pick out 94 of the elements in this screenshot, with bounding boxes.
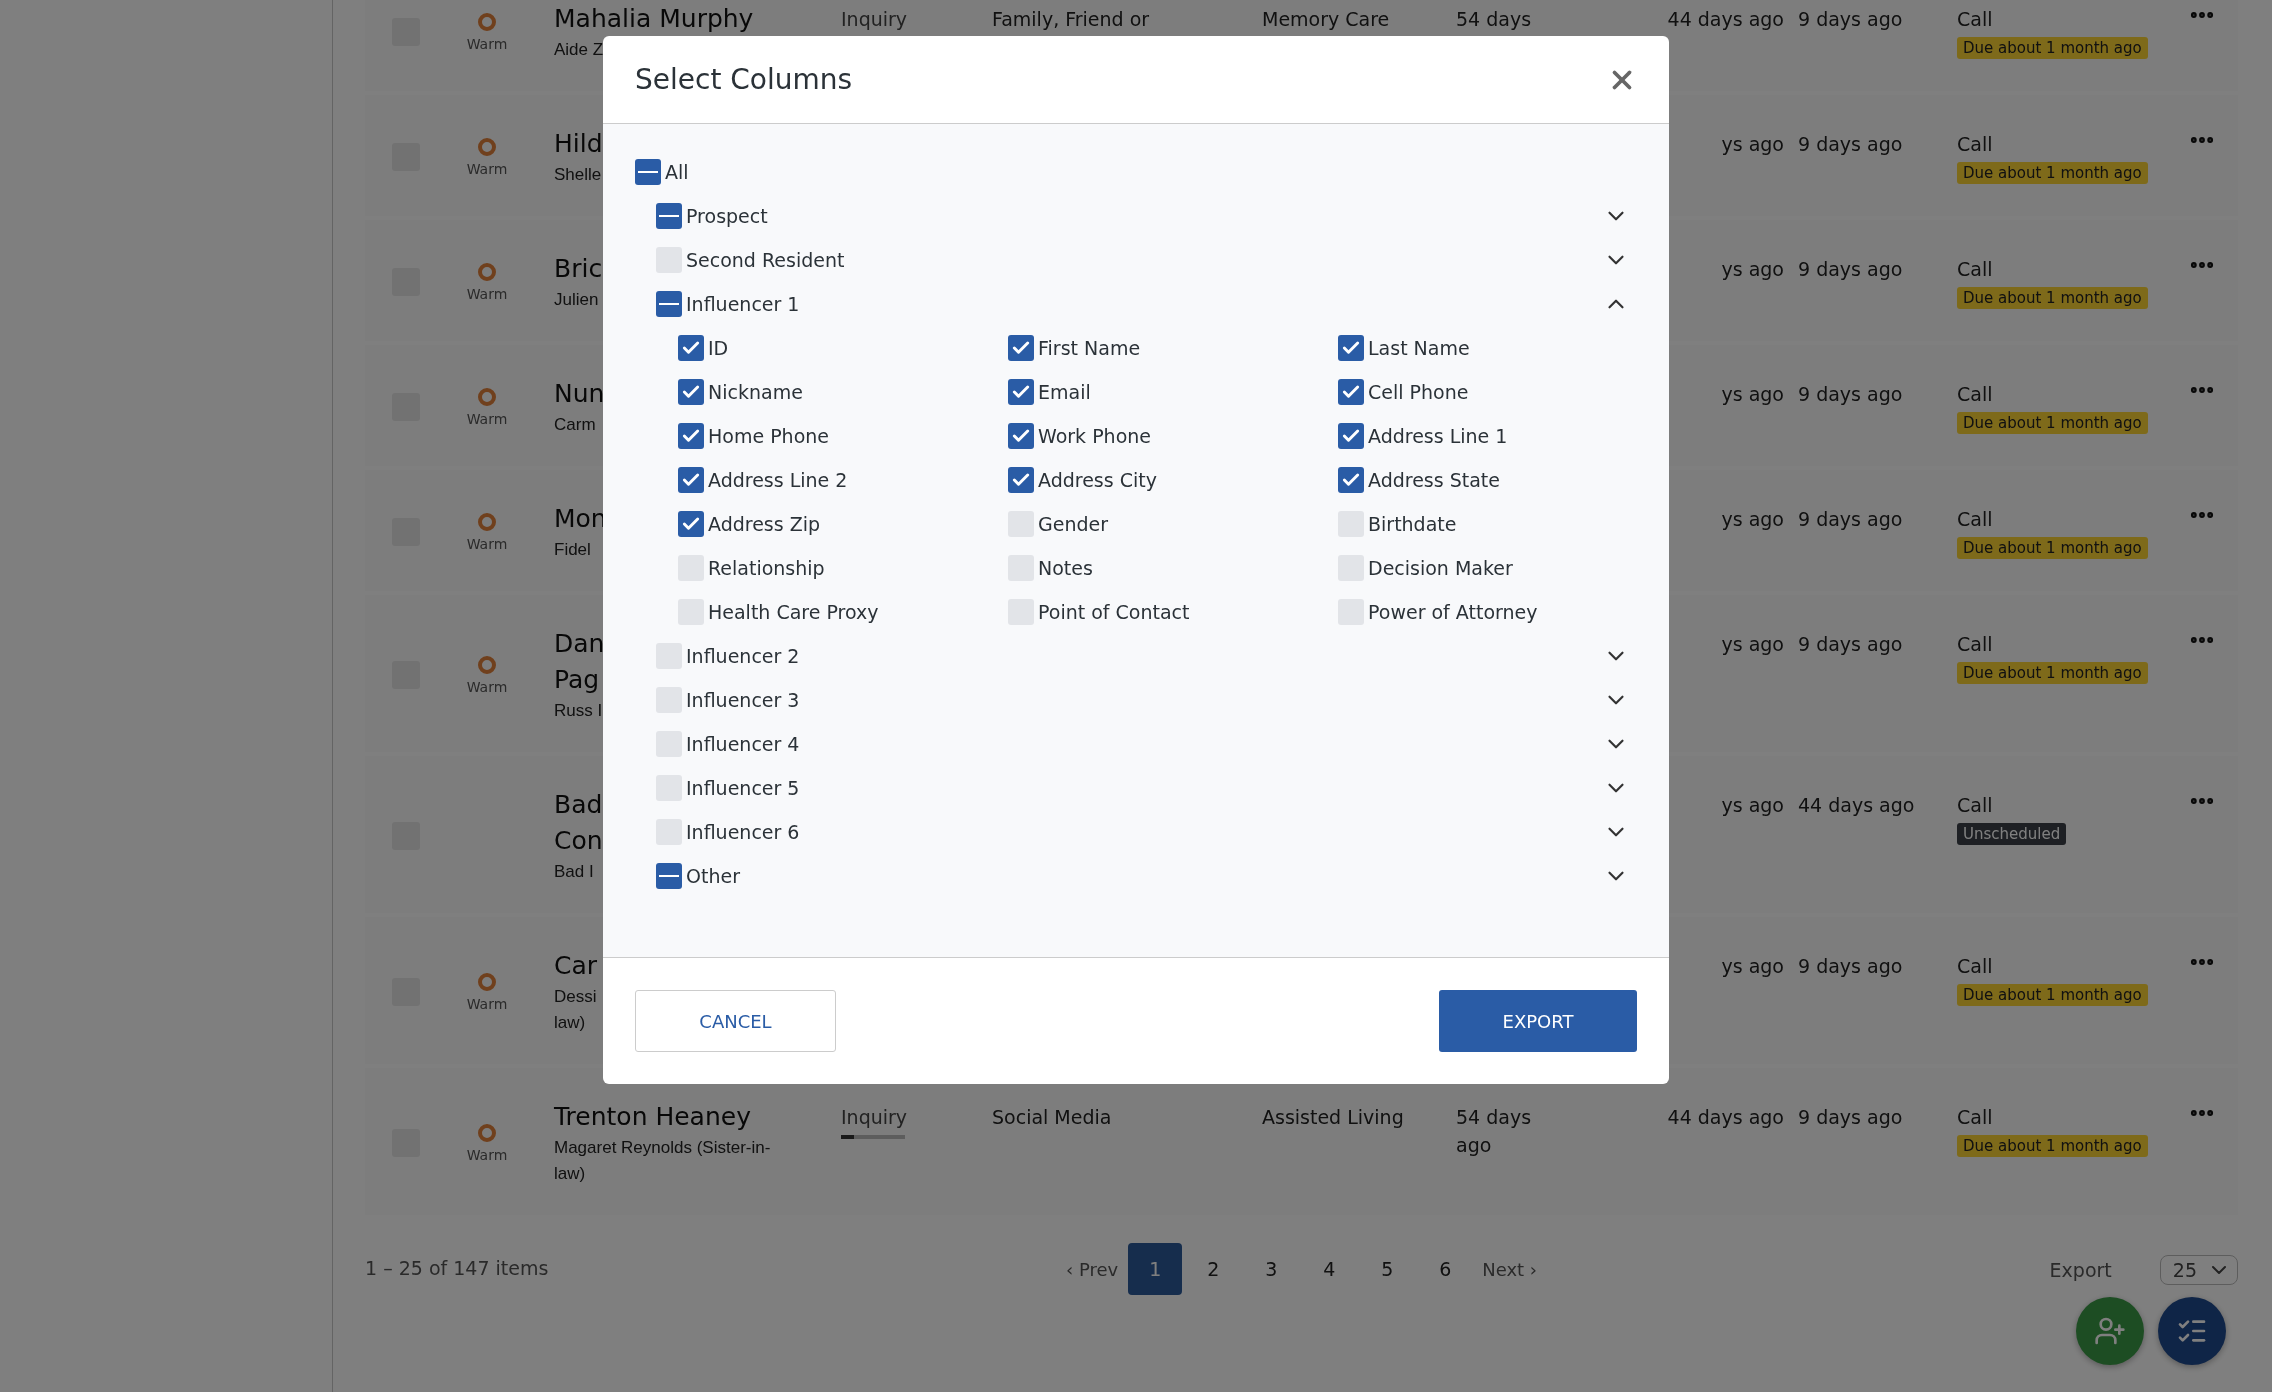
column-group-label: Other bbox=[686, 865, 741, 887]
table-cell-text: Memory Care bbox=[1262, 7, 1391, 32]
contact-name: Dessi law) bbox=[554, 986, 597, 1034]
task-label: Call bbox=[1957, 793, 1993, 818]
task-status-badge: Due about 1 month ago bbox=[1957, 37, 2148, 59]
column-option-label: Notes bbox=[1038, 557, 1094, 579]
task-label: Call bbox=[1957, 954, 1993, 979]
table-cell-text: 44 days ago bbox=[1798, 793, 1916, 818]
task-label: Call bbox=[1957, 132, 1993, 157]
column-group-label: Influencer 1 bbox=[686, 293, 801, 315]
column-group-label: Prospect bbox=[686, 205, 769, 227]
stage-label: Inquiry bbox=[841, 1105, 908, 1130]
column-option-label: Last Name bbox=[1368, 337, 1471, 359]
column-group-label: Second Resident bbox=[686, 249, 846, 271]
contact-name: Aide Z bbox=[554, 39, 604, 61]
contact-name: Magaret Reynolds (Sister-in- law) bbox=[554, 1137, 771, 1185]
column-option-label: Decision Maker bbox=[1368, 557, 1514, 579]
contact-name: Russ I bbox=[554, 700, 603, 722]
task-label: Call bbox=[1957, 7, 1993, 32]
table-cell-text: 9 days ago bbox=[1798, 382, 1904, 407]
table-cell-text: 54 days ago bbox=[1456, 1105, 1533, 1158]
column-option-label: ID bbox=[708, 337, 730, 359]
table-cell-text: 9 days ago bbox=[1798, 132, 1904, 157]
temperature-label: Warm bbox=[466, 536, 508, 552]
column-option-label: Relationship bbox=[708, 557, 826, 579]
table-cell-text: 9 days ago bbox=[1798, 632, 1904, 657]
items-summary: 1 – 25 of 147 items bbox=[365, 1256, 550, 1279]
column-option-label: Home Phone bbox=[708, 425, 830, 447]
column-group-label: Influencer 6 bbox=[686, 821, 801, 843]
column-option-label: Email bbox=[1038, 381, 1092, 403]
column-option-label: Gender bbox=[1038, 513, 1110, 535]
column-option-label: Address Line 2 bbox=[708, 469, 849, 491]
task-status-badge: Due about 1 month ago bbox=[1957, 662, 2148, 684]
contact-name: Shelle bbox=[554, 164, 602, 186]
table-cell-text: Family, Friend or bbox=[992, 7, 1151, 32]
task-label: Call bbox=[1957, 382, 1993, 407]
task-status-badge: Due about 1 month ago bbox=[1957, 1135, 2148, 1157]
task-status-badge: Due about 1 month ago bbox=[1957, 412, 2148, 434]
task-status-badge: Unscheduled bbox=[1957, 823, 2067, 845]
column-option-label: Cell Phone bbox=[1368, 381, 1470, 403]
column-option-label: Power of Attorney bbox=[1368, 601, 1539, 623]
table-cell-text: ys ago bbox=[1721, 954, 1784, 979]
temperature-label: Warm bbox=[466, 996, 508, 1012]
table-cell-text: 44 days ago bbox=[1667, 1105, 1784, 1130]
column-option-label: Birthdate bbox=[1368, 513, 1458, 535]
task-label: Call bbox=[1957, 1105, 1993, 1130]
task-label: Call bbox=[1957, 632, 1993, 657]
table-cell-text: ys ago bbox=[1721, 257, 1784, 282]
temperature-label: Warm bbox=[466, 36, 508, 52]
temperature-label: Warm bbox=[466, 161, 508, 177]
column-group-label: All bbox=[665, 161, 690, 183]
table-cell-text: 9 days ago bbox=[1798, 257, 1904, 282]
column-option-label: Address City bbox=[1038, 469, 1158, 491]
temperature-label: Warm bbox=[466, 1147, 508, 1163]
table-cell-text: 9 days ago bbox=[1798, 7, 1904, 32]
table-cell-text: Social Media bbox=[992, 1105, 1113, 1130]
column-option-label: Address Zip bbox=[708, 513, 822, 535]
column-option-label: Address State bbox=[1368, 469, 1501, 491]
table-cell-text: 44 days ago bbox=[1667, 7, 1784, 32]
column-group-label: Influencer 3 bbox=[686, 689, 801, 711]
table-cell-text: ys ago bbox=[1721, 632, 1784, 657]
stage-label: Inquiry bbox=[841, 7, 908, 32]
table-cell-text: 9 days ago bbox=[1798, 1105, 1904, 1130]
contact-name: Julien bbox=[554, 289, 599, 311]
column-group-label: Influencer 4 bbox=[686, 733, 801, 755]
table-cell-text: ys ago bbox=[1721, 382, 1784, 407]
column-option-label: Address Line 1 bbox=[1368, 425, 1509, 447]
table-cell-text: ys ago bbox=[1721, 793, 1784, 818]
table-cell-text: 9 days ago bbox=[1798, 507, 1904, 532]
contact-name: Bad I bbox=[554, 861, 594, 883]
table-cell-text: 9 days ago bbox=[1798, 954, 1904, 979]
task-status-badge: Due about 1 month ago bbox=[1957, 162, 2148, 184]
table-cell-text: 54 days bbox=[1456, 7, 1533, 32]
temperature-label: Warm bbox=[466, 286, 508, 302]
temperature-label: Warm bbox=[466, 679, 508, 695]
contact-name: Carm bbox=[554, 414, 596, 436]
task-status-badge: Due about 1 month ago bbox=[1957, 984, 2148, 1006]
column-option-label: Work Phone bbox=[1038, 425, 1152, 447]
table-cell-text: Assisted Living bbox=[1262, 1105, 1405, 1130]
column-group-label: Influencer 2 bbox=[686, 645, 801, 667]
column-group-label: Influencer 5 bbox=[686, 777, 801, 799]
table-cell-text: ys ago bbox=[1721, 132, 1784, 157]
task-label: Call bbox=[1957, 257, 1993, 282]
task-label: Call bbox=[1957, 507, 1993, 532]
contact-name: Fidel bbox=[554, 539, 591, 561]
task-status-badge: Due about 1 month ago bbox=[1957, 287, 2148, 309]
column-option-label: Health Care Proxy bbox=[708, 601, 880, 623]
column-option-label: First Name bbox=[1038, 337, 1142, 359]
temperature-label: Warm bbox=[466, 411, 508, 427]
column-option-label: Point of Contact bbox=[1038, 601, 1191, 623]
task-status-badge: Due about 1 month ago bbox=[1957, 537, 2148, 559]
table-cell-text: ys ago bbox=[1721, 507, 1784, 532]
dialog-title: Select Columns bbox=[635, 63, 853, 96]
column-option-label: Nickname bbox=[708, 381, 804, 403]
